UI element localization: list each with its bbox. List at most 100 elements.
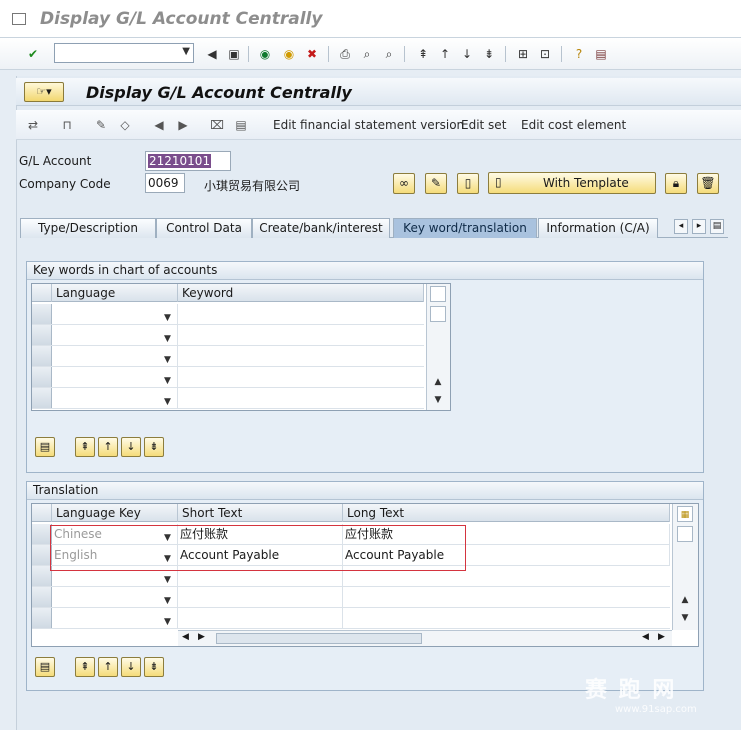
tab-type-description[interactable]: Type/Description (20, 218, 156, 238)
scroll-left-end-icon[interactable]: ◀ (642, 632, 649, 642)
menu-button[interactable]: ☞▾ (24, 82, 64, 102)
tab-scroll-left-icon[interactable]: ◂ (674, 219, 688, 234)
tab-key-word-translation[interactable]: Key word/translation (393, 218, 537, 238)
details-button[interactable]: ▤ (35, 657, 55, 677)
company-code-field[interactable]: 0069 (145, 173, 185, 193)
language-cell[interactable]: ▼ (52, 388, 178, 408)
tab-scroll-right-icon[interactable]: ▸ (692, 219, 706, 234)
tab-list-icon[interactable]: ▤ (710, 219, 724, 234)
row-selector[interactable] (32, 304, 52, 324)
first-page-icon[interactable]: ⇞ (414, 45, 432, 63)
edit-icon[interactable]: ✎ (92, 117, 110, 133)
next-page-icon[interactable]: ↓ (458, 45, 476, 63)
select-all-cell[interactable] (32, 504, 52, 522)
row-selector[interactable] (32, 524, 52, 544)
chevron-down-icon[interactable]: ▼ (164, 612, 171, 632)
scroll-down-icon[interactable]: ▼ (430, 392, 446, 408)
column-config-icon[interactable]: ▦ (677, 506, 693, 522)
edit-fsv-button[interactable]: Edit financial statement version (273, 118, 464, 132)
row-selector[interactable] (32, 388, 52, 408)
row-selector[interactable] (32, 566, 52, 586)
find-icon[interactable]: ⌕ (358, 45, 376, 63)
window-menu-icon[interactable] (12, 13, 26, 25)
short-text-cell[interactable] (178, 608, 343, 628)
last-entry-button[interactable]: ⇟ (144, 657, 164, 677)
row-selector[interactable] (32, 367, 52, 387)
scroll-up-icon[interactable]: ▲ (677, 592, 693, 608)
previous-icon[interactable]: ◀ (150, 117, 168, 133)
language-cell[interactable]: ▼ (52, 367, 178, 387)
save-icon[interactable]: ▣ (225, 45, 243, 63)
edit-set-button[interactable]: Edit set (461, 118, 506, 132)
tab-control-data[interactable]: Control Data (156, 218, 252, 238)
details-button[interactable]: ▤ (35, 437, 55, 457)
last-page-icon[interactable]: ⇟ (480, 45, 498, 63)
hierarchy-icon[interactable]: ⊓ (58, 117, 76, 133)
exit-icon[interactable]: ◉ (280, 45, 298, 63)
previous-entry-button[interactable]: ↑ (98, 437, 118, 457)
tab-create-bank-interest[interactable]: Create/bank/interest (252, 218, 390, 238)
display-icon[interactable]: ◇ (116, 117, 134, 133)
scroll-up-icon[interactable]: ▲ (430, 374, 446, 390)
with-template-button[interactable]: ▯ With Template (488, 172, 656, 194)
column-settings-icon[interactable] (430, 286, 446, 302)
scroll-right-icon[interactable]: ▶ (198, 632, 205, 642)
first-entry-button[interactable]: ⇞ (75, 657, 95, 677)
document-icon[interactable]: ▤ (232, 117, 250, 133)
language-key-cell[interactable]: ▼ (52, 587, 178, 607)
enter-icon[interactable]: ✔ (24, 45, 42, 63)
horizontal-scrollbar[interactable]: ◀ ▶ ◀ ▶ (178, 630, 672, 646)
select-all-cell[interactable] (32, 284, 52, 302)
row-selector[interactable] (32, 346, 52, 366)
next-entry-button[interactable]: ↓ (121, 437, 141, 457)
row-selector[interactable] (32, 587, 52, 607)
row-selector[interactable] (32, 545, 52, 565)
language-cell[interactable]: ▼ (52, 325, 178, 345)
chevron-down-icon[interactable]: ▼ (182, 46, 190, 57)
help-icon[interactable]: ? (570, 45, 588, 63)
find-next-icon[interactable]: ⌕ (380, 45, 398, 63)
edit-button[interactable]: ✎ (425, 173, 447, 194)
previous-entry-button[interactable]: ↑ (98, 657, 118, 677)
delete-button[interactable]: 🗑︎ (697, 173, 719, 194)
other-account-icon[interactable]: ⇄ (24, 117, 42, 133)
column-language[interactable]: Language (52, 284, 178, 302)
scroll-down-icon[interactable]: ▼ (677, 610, 693, 626)
where-used-icon[interactable]: ⌧ (208, 117, 226, 133)
next-icon[interactable]: ▶ (174, 117, 192, 133)
new-session-icon[interactable]: ⊞ (514, 45, 532, 63)
language-cell[interactable]: ▼ (52, 346, 178, 366)
vertical-scrollbar[interactable]: ▦ ▲ ▼ (672, 504, 698, 630)
previous-page-icon[interactable]: ↑ (436, 45, 454, 63)
glasses-button[interactable]: ∞ (393, 173, 415, 194)
tab-information-ca[interactable]: Information (C/A) (538, 218, 658, 238)
column-short-text[interactable]: Short Text (178, 504, 343, 522)
scroll-thumb[interactable] (677, 526, 693, 542)
row-selector[interactable] (32, 325, 52, 345)
gl-account-field[interactable]: 21210101 (145, 151, 231, 171)
scroll-left-icon[interactable]: ◀ (182, 632, 189, 642)
edit-cost-element-button[interactable]: Edit cost element (521, 118, 626, 132)
lock-button[interactable]: 🔒︎ (665, 173, 687, 194)
scroll-thumb[interactable] (430, 306, 446, 322)
last-entry-button[interactable]: ⇟ (144, 437, 164, 457)
horizontal-scroll-thumb[interactable] (216, 633, 422, 644)
scroll-right-end-icon[interactable]: ▶ (658, 632, 665, 642)
cancel-icon[interactable]: ✖ (303, 45, 321, 63)
next-entry-button[interactable]: ↓ (121, 657, 141, 677)
command-field[interactable]: ▼ (54, 43, 194, 63)
row-selector[interactable] (32, 608, 52, 628)
short-text-cell[interactable] (178, 587, 343, 607)
column-language-key[interactable]: Language Key (52, 504, 178, 522)
language-cell[interactable]: ▼ (52, 304, 178, 324)
column-keyword[interactable]: Keyword (178, 284, 424, 302)
first-entry-button[interactable]: ⇞ (75, 437, 95, 457)
vertical-scrollbar[interactable]: ▲ ▼ (426, 284, 450, 410)
create-button[interactable]: ▯ (457, 173, 479, 194)
language-key-cell[interactable]: ▼ (52, 608, 178, 628)
back-icon[interactable]: ◉ (256, 45, 274, 63)
column-long-text[interactable]: Long Text (343, 504, 670, 522)
chevron-down-icon[interactable]: ▼ (164, 392, 171, 412)
shortcut-icon[interactable]: ⊡ (536, 45, 554, 63)
back-arrow-icon[interactable]: ◀ (203, 45, 221, 63)
